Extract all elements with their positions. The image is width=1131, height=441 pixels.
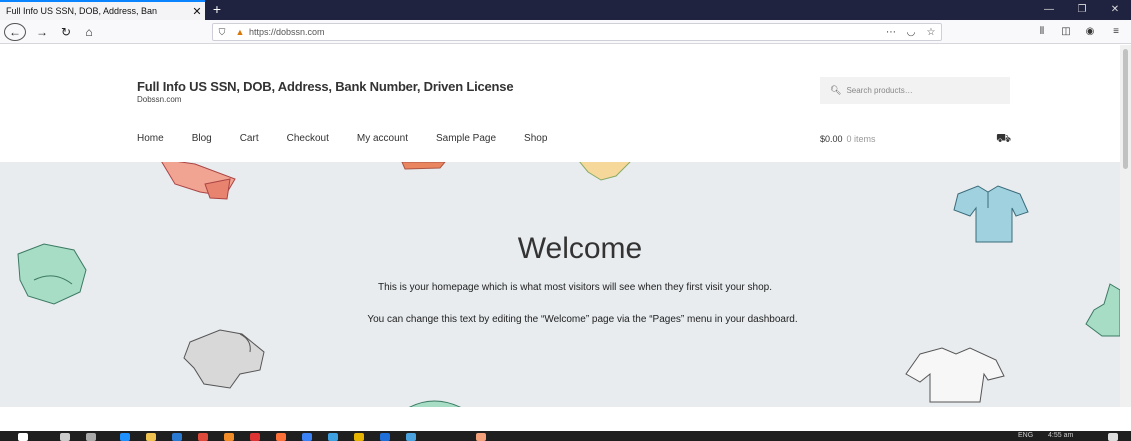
account-icon[interactable]: ◉: [1080, 23, 1100, 41]
task-view-icon[interactable]: [86, 433, 96, 441]
language-indicator[interactable]: ENG: [1018, 432, 1033, 439]
explorer-taskbar-icon[interactable]: [146, 433, 156, 441]
red-jacket-illustration: [161, 162, 236, 200]
start-icon[interactable]: [18, 433, 28, 441]
cart-items-count[interactable]: 0 items: [847, 134, 876, 144]
search-icon: 🔍︎: [830, 85, 842, 95]
clock[interactable]: 4:55 am: [1048, 432, 1073, 439]
site-title[interactable]: Full Info US SSN, DOB, Address, Bank Num…: [137, 79, 514, 94]
app-taskbar-icon-6[interactable]: [380, 433, 390, 441]
windows-taskbar: [0, 431, 1131, 441]
window-close-icon[interactable]: ✕: [1100, 0, 1130, 20]
forward-icon[interactable]: →: [32, 23, 52, 41]
search-input[interactable]: 🔍︎ Search products…: [820, 77, 1010, 104]
shield-icon[interactable]: ⛉: [213, 27, 231, 38]
bookmark-star-icon[interactable]: ☆: [921, 27, 941, 38]
chrome-taskbar-icon[interactable]: [198, 433, 208, 441]
home-icon[interactable]: ⌂: [79, 23, 99, 41]
hero-heading: Welcome: [517, 232, 643, 265]
hamburger-menu-icon[interactable]: ≡: [1106, 23, 1126, 41]
cart-summary[interactable]: $0.00 0 items: [820, 134, 876, 144]
pocket-icon[interactable]: ◡: [901, 27, 921, 38]
navigation-toolbar: ← → ↻ ⌂ ⛉ ▲ https://dobssn.com ⋯ ◡ ☆ ⫴ ◫…: [0, 20, 1131, 44]
menu-item-sample-page[interactable]: Sample Page: [436, 133, 496, 144]
active-app-taskbar-icon[interactable]: [476, 433, 486, 441]
cart-amount[interactable]: $0.00: [820, 134, 843, 144]
library-icon[interactable]: ⫴: [1032, 23, 1052, 41]
basket-icon[interactable]: ⛟: [996, 131, 1011, 147]
menu-item-checkout[interactable]: Checkout: [287, 133, 329, 144]
tab-title: Full Info US SSN, DOB, Address, Ban: [6, 6, 158, 16]
yellow-shirt-illustration: [579, 162, 631, 181]
notification-icon[interactable]: [1108, 433, 1118, 441]
url-text[interactable]: https://dobssn.com: [249, 27, 881, 37]
restore-icon[interactable]: ❐: [1067, 0, 1097, 20]
edge-taskbar-icon[interactable]: [120, 433, 130, 441]
lock-warning-icon[interactable]: ▲: [231, 27, 249, 37]
app-taskbar-icon-7[interactable]: [406, 433, 416, 441]
menu-item-my-account[interactable]: My account: [357, 133, 408, 144]
search-placeholder: Search products…: [846, 86, 913, 95]
close-tab-icon[interactable]: ✕: [189, 5, 205, 18]
reload-icon[interactable]: ↻: [56, 23, 76, 41]
app-taskbar-icon-2[interactable]: [250, 433, 260, 441]
scrollbar-thumb[interactable]: [1123, 49, 1128, 169]
minimize-icon[interactable]: —: [1034, 0, 1064, 20]
browser-tab[interactable]: Full Info US SSN, DOB, Address, Ban ✕: [0, 0, 205, 20]
search-taskbar-icon[interactable]: [60, 433, 70, 441]
app-taskbar-icon-1[interactable]: [224, 433, 234, 441]
app-taskbar-icon-5[interactable]: [354, 433, 364, 441]
menu-item-blog[interactable]: Blog: [192, 133, 212, 144]
app-taskbar-icon-3[interactable]: [302, 433, 312, 441]
new-tab-button[interactable]: +: [208, 0, 226, 20]
scrollbar[interactable]: [1120, 45, 1131, 407]
store-taskbar-icon[interactable]: [172, 433, 182, 441]
orange-garment-illustration: [401, 162, 446, 170]
page-actions-icon[interactable]: ⋯: [881, 27, 901, 38]
primary-menu: Home Blog Cart Checkout My account Sampl…: [137, 133, 575, 144]
firefox-taskbar-icon[interactable]: [276, 433, 286, 441]
menu-item-cart[interactable]: Cart: [240, 133, 259, 144]
site-tagline: Dobssn.com: [137, 95, 182, 104]
grey-hoodie-illustration: [183, 329, 265, 389]
hero-text-line1: This is your homepage which is what most…: [377, 282, 773, 293]
teal-garment-illustration: [408, 400, 461, 407]
app-taskbar-icon-4[interactable]: [328, 433, 338, 441]
menu-item-shop[interactable]: Shop: [524, 133, 547, 144]
url-bar[interactable]: ⛉ ▲ https://dobssn.com ⋯ ◡ ☆: [212, 23, 942, 41]
back-icon[interactable]: ←: [4, 23, 26, 41]
white-tshirt-illustration: [905, 347, 1005, 403]
menu-item-home[interactable]: Home: [137, 133, 164, 144]
sidebar-icon[interactable]: ◫: [1056, 23, 1076, 41]
hero-text-line2: You can change this text by editing the …: [367, 314, 798, 325]
